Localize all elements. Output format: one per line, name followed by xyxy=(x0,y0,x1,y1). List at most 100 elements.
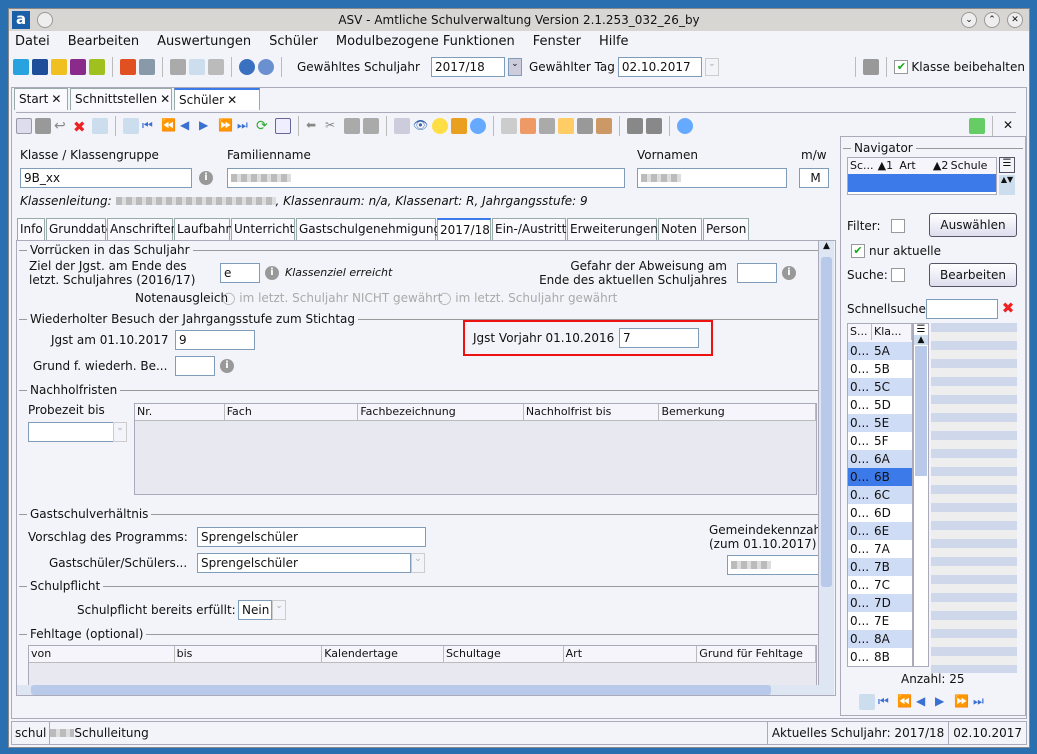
class-list-row[interactable]: 0... 6C xyxy=(848,486,912,504)
last-icon[interactable]: ⏭ xyxy=(973,694,989,710)
gastschueler-chevron-icon[interactable]: ⌄ xyxy=(411,553,425,573)
bell-icon[interactable] xyxy=(451,117,467,134)
class-list-row[interactable]: 0... 5F xyxy=(848,432,912,450)
suche-checkbox[interactable] xyxy=(891,268,905,282)
sync-icon[interactable] xyxy=(969,117,985,134)
books-icon[interactable] xyxy=(120,59,136,75)
navigator-selected-row[interactable] xyxy=(848,174,996,192)
scroll-thumb[interactable] xyxy=(821,257,832,587)
nachholfristen-column-header[interactable]: Bemerkung xyxy=(659,404,816,420)
class-list-row[interactable]: 0... 5B xyxy=(848,360,912,378)
grund-input[interactable] xyxy=(175,356,215,376)
previous-icon[interactable]: ◀ xyxy=(916,694,932,710)
tag-icon[interactable] xyxy=(627,117,643,134)
help-icon[interactable] xyxy=(677,117,693,134)
subtab-7[interactable]: Ein-/Austritt xyxy=(492,218,566,240)
mw-input[interactable]: M xyxy=(799,168,829,188)
ziel-info-icon[interactable]: i xyxy=(265,266,279,280)
probezeit-chevron-icon[interactable]: ⌄ xyxy=(113,422,127,442)
next-record-icon[interactable]: ▶ xyxy=(199,118,215,134)
tag-dropdown-chevron-icon[interactable]: ⌄ xyxy=(704,58,719,76)
fehltage-column-header[interactable]: von xyxy=(29,646,175,662)
fehltage-column-header[interactable]: Kalendertage xyxy=(322,646,444,662)
tb-import-icon[interactable] xyxy=(539,117,555,134)
auswaehlen-button[interactable]: Auswählen xyxy=(929,213,1017,237)
subtab-8[interactable]: Erweiterungen xyxy=(567,218,658,240)
classes-icon[interactable] xyxy=(32,59,48,75)
list-icon[interactable] xyxy=(275,117,291,134)
first-record-icon[interactable]: ⏮ xyxy=(142,118,158,134)
class-list-scrollbar[interactable]: ☰ ▲ xyxy=(913,323,929,667)
class-list-row[interactable]: 0... 7C xyxy=(848,576,912,594)
edit-icon[interactable] xyxy=(92,117,108,134)
messages-icon[interactable] xyxy=(70,59,86,75)
vorschlag-input[interactable]: Sprengelschüler xyxy=(197,527,426,547)
class-list-row[interactable]: 0... 7E xyxy=(848,612,912,630)
fehltage-column-header[interactable]: Art xyxy=(564,646,698,662)
preview-eye-icon[interactable]: 👁 xyxy=(413,118,429,134)
subtab-6[interactable]: 2017/18 xyxy=(437,218,491,240)
tab-schnittstellen[interactable]: Schnittstellen ✕ xyxy=(70,88,172,110)
groups-icon[interactable] xyxy=(51,59,67,75)
new-record-icon[interactable] xyxy=(16,117,32,134)
subtab-4[interactable]: Unterricht xyxy=(231,218,295,240)
menu-hilfe[interactable]: Hilfe xyxy=(599,34,629,49)
schnellsuche-input[interactable] xyxy=(926,299,998,319)
puzzle-icon[interactable] xyxy=(170,59,186,75)
person-icon[interactable] xyxy=(520,117,536,134)
schulpflicht-select[interactable]: Nein xyxy=(238,600,272,620)
next-page-icon[interactable]: ⏩ xyxy=(218,118,234,134)
class-list-row[interactable]: 0... 5A xyxy=(848,342,912,360)
subtab-5[interactable]: Gastschulgenehmigung xyxy=(296,218,441,240)
familienname-input[interactable] xyxy=(227,168,625,188)
back-arrow-icon[interactable]: ⬅ xyxy=(306,118,322,134)
tab-schüler[interactable]: Schüler ✕ xyxy=(174,88,260,110)
contact-book-icon[interactable] xyxy=(596,117,612,134)
nur-aktuelle-checkbox[interactable]: ✔ xyxy=(851,244,865,258)
klasse-info-icon[interactable]: i xyxy=(199,171,213,185)
scroll-up-icon[interactable]: ▲ xyxy=(819,241,834,255)
horizontal-scroll-thumb[interactable] xyxy=(31,685,771,695)
window-remove-icon[interactable] xyxy=(189,59,205,75)
class-list-row[interactable]: 0... 8A xyxy=(848,630,912,648)
nachholfristen-column-header[interactable]: Nachholfrist bis xyxy=(524,404,660,420)
next-page-icon[interactable]: ⏩ xyxy=(954,694,970,710)
navigator-column-header[interactable]: Sc... xyxy=(848,158,876,174)
menu-auswertungen[interactable]: Auswertungen xyxy=(157,34,251,49)
lightning-icon[interactable] xyxy=(208,59,224,75)
ziel-input[interactable]: e xyxy=(220,263,260,283)
tab-close-icon[interactable]: ✕ xyxy=(227,93,237,107)
gemeinde-input[interactable] xyxy=(727,555,827,575)
tab-close-icon[interactable]: ✕ xyxy=(160,92,170,106)
class-list-row[interactable]: 0... 8B xyxy=(848,648,912,666)
copy-icon[interactable] xyxy=(344,117,360,134)
fehltage-column-header[interactable]: Schultage xyxy=(444,646,564,662)
menu-fenster[interactable]: Fenster xyxy=(533,34,581,49)
table-view-icon[interactable] xyxy=(859,694,875,710)
tab-close-icon[interactable]: ✕ xyxy=(51,92,61,106)
vertical-scrollbar[interactable]: ▲ xyxy=(818,241,834,686)
probezeit-input[interactable] xyxy=(28,422,114,442)
navigator-column-header[interactable]: ▲1 xyxy=(876,158,898,174)
last-record-icon[interactable]: ⏭ xyxy=(237,118,253,134)
gefahr-input[interactable] xyxy=(737,263,777,283)
filter-checkbox[interactable] xyxy=(891,219,905,233)
subtab-10[interactable]: Person xyxy=(703,218,749,240)
maximize-button[interactable]: ⌃ xyxy=(984,12,1000,28)
class-list-row[interactable]: 0...8C xyxy=(848,666,912,667)
grund-info-icon[interactable]: i xyxy=(220,359,234,373)
save-icon[interactable] xyxy=(35,117,51,134)
close-button[interactable]: ✕ xyxy=(1007,12,1023,28)
database-icon[interactable] xyxy=(863,59,880,75)
fehltage-column-header[interactable]: Grund für Fehltage xyxy=(697,646,816,662)
horizontal-scrollbar[interactable] xyxy=(17,685,834,695)
subtab-3[interactable]: Laufbahn xyxy=(174,218,233,240)
subtab-0[interactable]: Info xyxy=(17,218,45,240)
subtab-2[interactable]: Anschriften xyxy=(107,218,178,240)
window-menu-button[interactable] xyxy=(37,12,53,28)
menu-modulbezogene-funktionen[interactable]: Modulbezogene Funktionen xyxy=(336,34,515,49)
class-list-row[interactable]: 0... 6B xyxy=(848,468,912,486)
fehltage-column-header[interactable]: bis xyxy=(175,646,323,662)
class-list-row[interactable]: 0... 5E xyxy=(848,414,912,432)
class-list-column-header[interactable]: Kla... xyxy=(872,324,912,340)
